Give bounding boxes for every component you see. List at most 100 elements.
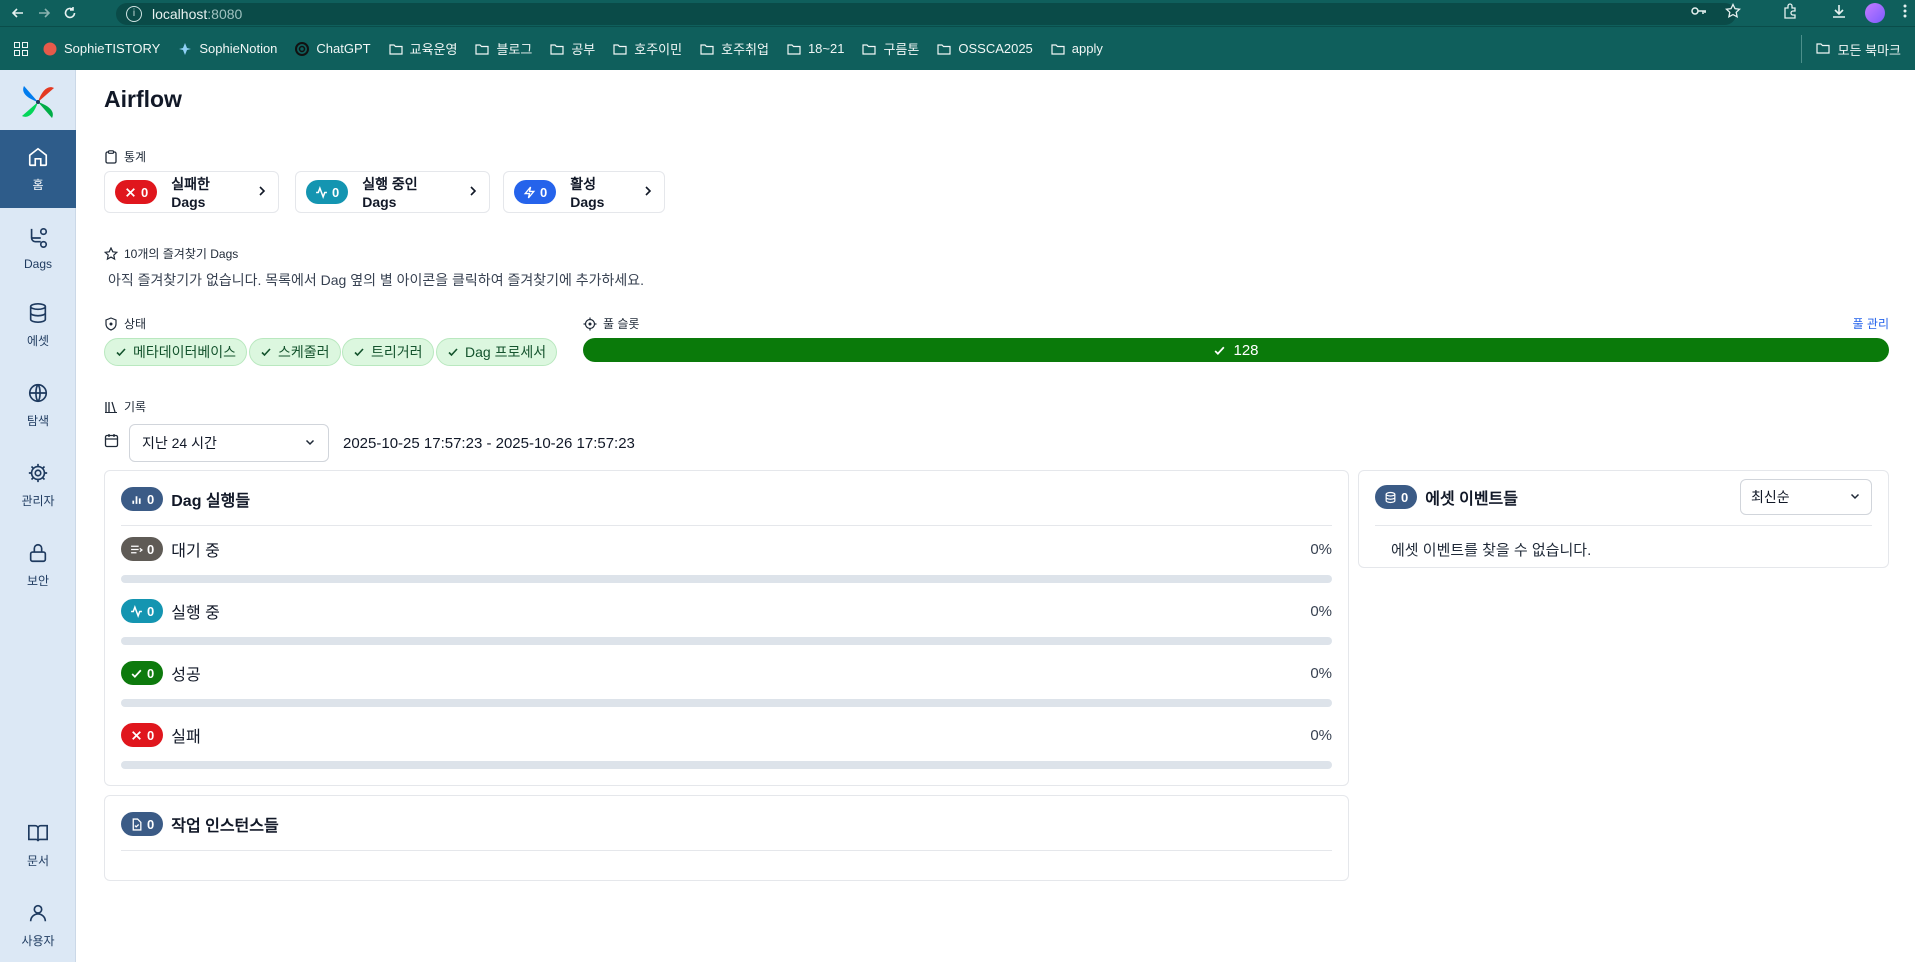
running-label: 실행 중 xyxy=(171,605,220,622)
running-count: 0 xyxy=(147,603,155,619)
bookmark-label: 블로그 xyxy=(496,42,533,57)
bookmark-star-icon[interactable] xyxy=(1725,2,1741,24)
running-badge: 0 xyxy=(121,599,164,623)
queued-badge: 0 xyxy=(121,537,164,561)
success-badge: 0 xyxy=(121,661,164,685)
bookmark-item[interactable]: ChatGPT xyxy=(286,35,379,63)
url-port: :8080 xyxy=(207,6,243,22)
running-dags-card[interactable]: 0 실행 중인 Dags xyxy=(295,171,490,213)
pool-manage-link[interactable]: 풀 관리 xyxy=(1853,315,1889,332)
sidebar-item-security[interactable]: 보안 xyxy=(0,526,76,604)
bookmark-item[interactable]: SophieNotion xyxy=(169,35,286,63)
database-icon xyxy=(1385,491,1396,503)
sidebar-item-assets[interactable]: 에셋 xyxy=(0,286,76,364)
divider xyxy=(1375,525,1872,526)
success-count: 0 xyxy=(147,665,155,681)
task-instances-badge: 0 xyxy=(121,812,164,836)
forward-icon[interactable] xyxy=(31,0,57,26)
bookmark-folder[interactable]: 호주취업 xyxy=(691,35,778,63)
password-key-icon[interactable] xyxy=(1691,4,1707,22)
chevron-right-icon xyxy=(256,184,268,200)
user-icon xyxy=(29,904,47,921)
zap-icon xyxy=(523,186,536,198)
folder-icon xyxy=(700,42,714,56)
site-info-icon[interactable]: i xyxy=(126,6,142,22)
folder-icon xyxy=(389,42,403,56)
x-icon xyxy=(132,730,141,740)
chatgpt-icon xyxy=(295,41,310,56)
crosshair-icon xyxy=(583,317,597,330)
sidebar-item-label: 사용자 xyxy=(21,933,55,948)
bookmark-item[interactable]: SophieTISTORY xyxy=(34,35,169,63)
asset-events-empty-message: 에셋 이벤트를 찾을 수 없습니다. xyxy=(1391,542,1592,559)
sidebar-item-docs[interactable]: 문서 xyxy=(0,806,76,884)
running-percent: 0% xyxy=(1310,603,1332,620)
running-dags-label: 실행 중인 Dags xyxy=(362,176,418,210)
sidebar-item-user[interactable]: 사용자 xyxy=(0,886,76,964)
reload-icon[interactable] xyxy=(57,0,83,26)
success-percent: 0% xyxy=(1310,665,1332,682)
sidebar-item-home[interactable]: 홈 xyxy=(0,130,76,208)
date-range-select[interactable]: 지난 24 시간 xyxy=(129,424,329,462)
bookmark-folder[interactable]: 공부 xyxy=(541,35,604,63)
dag-run-row-queued[interactable]: 0 대기 중 0% xyxy=(121,537,1332,587)
bookmark-folder[interactable]: 호주이민 xyxy=(604,35,691,63)
bookmark-label: 호주이민 xyxy=(634,42,683,57)
health-section-label: 상태 xyxy=(104,315,146,332)
browser-toolbar: i localhost:8080 xyxy=(0,0,1915,26)
queue-icon xyxy=(131,545,143,553)
sidebar-item-browse[interactable]: 탐색 xyxy=(0,366,76,444)
asset-events-title: 에셋 이벤트들 xyxy=(1425,491,1518,508)
failed-badge: 0 xyxy=(121,723,164,747)
health-chip-label: 메타데이터베이스 xyxy=(133,344,237,360)
divider xyxy=(121,850,1332,851)
bookmark-label: SophieNotion xyxy=(199,41,278,56)
check-icon xyxy=(448,348,458,357)
activity-icon xyxy=(316,185,327,199)
notion-icon xyxy=(178,42,192,56)
address-bar[interactable]: i localhost:8080 xyxy=(116,3,1736,25)
dag-run-row-success[interactable]: 0 성공 0% xyxy=(121,661,1332,711)
folder-icon xyxy=(787,42,801,56)
active-dags-count: 0 xyxy=(540,184,548,200)
sidebar-item-dags[interactable]: Dags xyxy=(0,210,76,288)
all-bookmarks[interactable]: 모든 북마크 xyxy=(1800,35,1901,63)
active-dags-card[interactable]: 0 활성 Dags xyxy=(503,171,665,213)
clipboard-icon xyxy=(105,149,117,164)
sidebar-item-admin[interactable]: 관리자 xyxy=(0,446,76,524)
bookmark-folder[interactable]: 교육운영 xyxy=(380,35,467,63)
failed-percent: 0% xyxy=(1310,727,1332,744)
queued-label: 대기 중 xyxy=(171,543,220,560)
task-instances-title: 작업 인스턴스들 xyxy=(171,818,279,835)
task-instances-panel: 0 작업 인스턴스들 xyxy=(104,795,1349,881)
bookmark-folder[interactable]: 블로그 xyxy=(466,35,541,63)
health-chip-label: 트리거러 xyxy=(371,344,423,360)
more-menu-icon[interactable] xyxy=(1903,4,1907,23)
failed-dags-card[interactable]: 0 실패한 Dags xyxy=(104,171,279,213)
folder-icon xyxy=(550,42,564,56)
bookmark-folder[interactable]: OSSCA2025 xyxy=(928,35,1041,63)
extensions-icon[interactable] xyxy=(1783,2,1799,24)
check-icon xyxy=(261,348,271,357)
profile-avatar[interactable] xyxy=(1865,3,1885,23)
check-icon xyxy=(131,669,142,678)
health-triggerer: 트리거러 xyxy=(342,338,434,366)
pool-slots-bar[interactable]: 128 xyxy=(583,338,1889,362)
asset-events-count: 0 xyxy=(1401,489,1409,505)
dag-run-row-running[interactable]: 0 실행 중 0% xyxy=(121,599,1332,649)
bookmark-folder[interactable]: 구름톤 xyxy=(853,35,928,63)
database-icon xyxy=(29,302,47,323)
check-icon xyxy=(354,348,364,357)
failed-dags-count: 0 xyxy=(141,184,149,200)
back-icon[interactable] xyxy=(5,0,31,26)
asset-events-sort-select[interactable]: 최신순 xyxy=(1740,479,1872,515)
bookmark-folder[interactable]: 18~21 xyxy=(778,35,854,63)
health-chip-label: Dag 프로세서 xyxy=(465,344,547,360)
dag-run-row-failed[interactable]: 0 실패 0% xyxy=(121,723,1332,773)
bookmark-folder[interactable]: apply xyxy=(1042,35,1112,63)
download-icon[interactable] xyxy=(1831,3,1847,24)
file-check-icon xyxy=(132,817,142,831)
apps-grid-icon[interactable] xyxy=(8,41,34,56)
bookmark-label: OSSCA2025 xyxy=(958,41,1033,56)
airflow-logo[interactable] xyxy=(18,82,58,122)
